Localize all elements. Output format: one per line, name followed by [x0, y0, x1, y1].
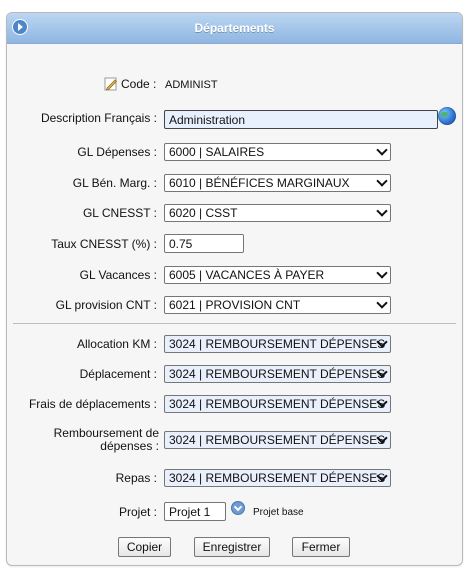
- deplacement-select[interactable]: 3024 | REMBOURSEMENT DÉPENSES: [164, 365, 391, 383]
- frais-deplacements-value: 3024 | REMBOURSEMENT DÉPENSES: [169, 397, 386, 411]
- section-divider: [13, 323, 456, 324]
- dialog-titlebar: Départements: [7, 13, 462, 44]
- gl-depenses-label: GL Dépenses :: [77, 145, 157, 159]
- frais-deplacements-label: Frais de déplacements :: [28, 397, 157, 411]
- chevron-down-icon: [376, 205, 388, 217]
- gl-cnesst-value: 6020 | CSST: [169, 206, 238, 220]
- chevron-down-icon[interactable]: [231, 501, 245, 515]
- fermer-button[interactable]: Fermer: [292, 537, 350, 557]
- projet-label: Projet :: [118, 505, 157, 519]
- gl-cnesst-label: GL CNESST :: [82, 206, 157, 220]
- repas-label: Repas :: [115, 471, 157, 485]
- allocation-km-value: 3024 | REMBOURSEMENT DÉPENSES: [169, 337, 386, 351]
- gl-ben-marg-label: GL Bén. Marg. :: [72, 176, 157, 190]
- gl-vacances-value: 6005 | VACANCES À PAYER: [169, 268, 325, 282]
- remboursement-value: 3024 | REMBOURSEMENT DÉPENSES: [169, 433, 386, 447]
- gl-depenses-value: 6000 | SALAIRES: [169, 145, 265, 159]
- allocation-km-label: Allocation KM :: [76, 337, 157, 351]
- repas-select[interactable]: 3024 | REMBOURSEMENT DÉPENSES: [164, 469, 391, 487]
- description-label: Description Français :: [40, 111, 157, 125]
- description-input[interactable]: Administration: [164, 110, 438, 129]
- frais-deplacements-select[interactable]: 3024 | REMBOURSEMENT DÉPENSES: [164, 395, 391, 413]
- dialog-title: Départements: [194, 21, 275, 35]
- gl-vacances-label: GL Vacances :: [79, 268, 157, 282]
- remboursement-select[interactable]: 3024 | REMBOURSEMENT DÉPENSES: [164, 431, 391, 449]
- chevron-down-icon: [376, 144, 388, 156]
- chevron-down-icon: [376, 297, 388, 309]
- gl-provision-cnt-select[interactable]: 6021 | PROVISION CNT: [164, 296, 391, 314]
- deplacement-value: 3024 | REMBOURSEMENT DÉPENSES: [169, 367, 386, 381]
- pencil-icon: [104, 77, 117, 91]
- taux-cnesst-input[interactable]: 0.75: [164, 234, 244, 253]
- gl-cnesst-select[interactable]: 6020 | CSST: [164, 204, 391, 222]
- gl-provision-cnt-label: GL provision CNT :: [55, 298, 157, 312]
- chevron-down-icon: [376, 175, 388, 187]
- projet-input[interactable]: Projet 1: [164, 502, 226, 521]
- projet-hint: Projet base: [253, 507, 304, 518]
- code-label: Code :: [121, 77, 157, 91]
- gl-ben-marg-select[interactable]: 6010 | BÉNÉFICES MARGINAUX: [164, 174, 391, 192]
- globe-icon[interactable]: [438, 107, 456, 125]
- gl-provision-cnt-value: 6021 | PROVISION CNT: [169, 298, 301, 312]
- gl-ben-marg-value: 6010 | BÉNÉFICES MARGINAUX: [169, 176, 350, 190]
- repas-value: 3024 | REMBOURSEMENT DÉPENSES: [169, 471, 386, 485]
- remboursement-label: Remboursement de dépenses :: [53, 426, 159, 453]
- deplacement-label: Déplacement :: [79, 367, 157, 381]
- departements-dialog: Départements Code : ADMINIST Description…: [6, 12, 463, 566]
- enregistrer-button[interactable]: Enregistrer: [194, 537, 270, 557]
- taux-cnesst-label: Taux CNESST (%) :: [51, 237, 157, 251]
- chevron-down-icon: [376, 267, 388, 279]
- code-value: ADMINIST: [165, 79, 218, 91]
- gl-depenses-select[interactable]: 6000 | SALAIRES: [164, 143, 391, 161]
- gl-vacances-select[interactable]: 6005 | VACANCES À PAYER: [164, 266, 391, 284]
- allocation-km-select[interactable]: 3024 | REMBOURSEMENT DÉPENSES: [164, 335, 391, 353]
- copier-button[interactable]: Copier: [118, 537, 171, 557]
